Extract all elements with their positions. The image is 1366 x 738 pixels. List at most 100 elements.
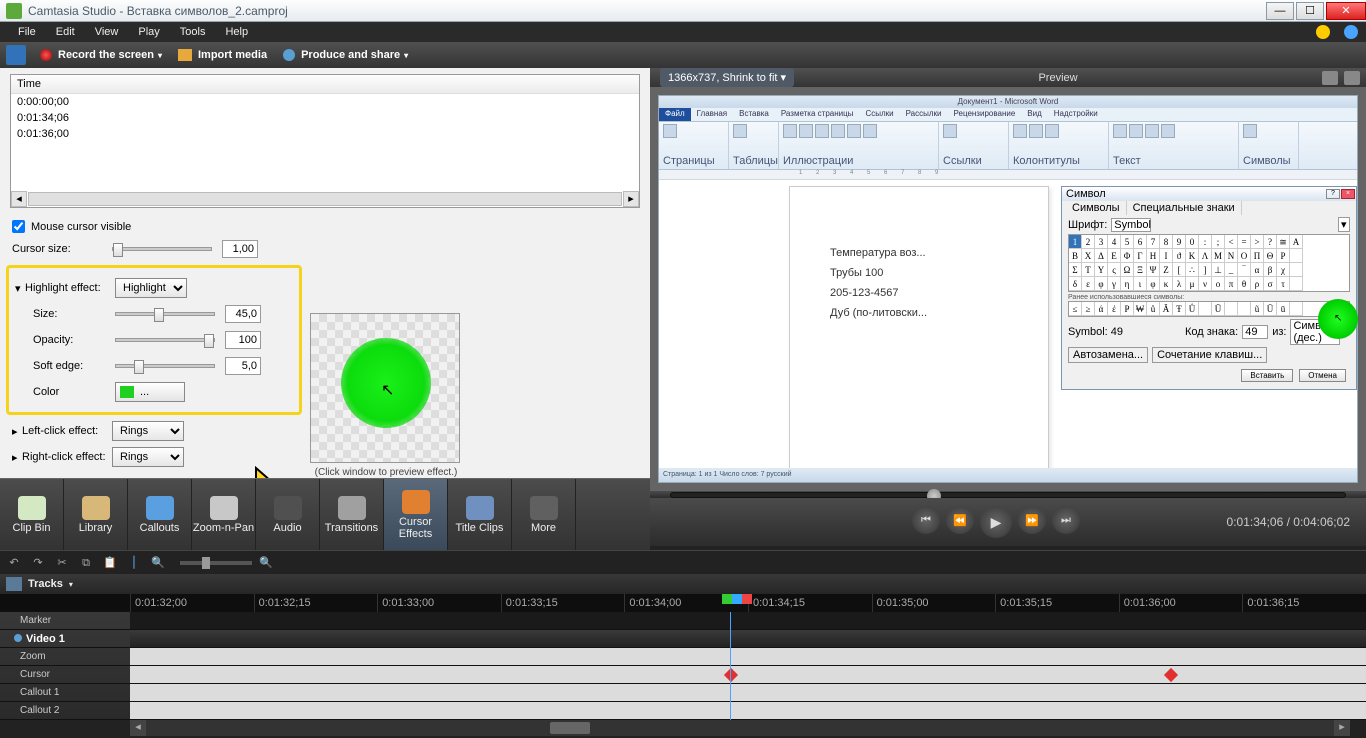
menu-bar: File Edit View Play Tools Help xyxy=(0,22,1366,42)
scroll-track[interactable] xyxy=(28,192,622,206)
app-icon xyxy=(6,3,22,19)
progress-slider[interactable] xyxy=(670,492,1346,498)
timeline: Marker Video 1 Zoom Cursor Callout 1 Cal… xyxy=(0,594,1366,720)
highlight-effect-select[interactable]: Highlight xyxy=(115,278,187,298)
cursor-size-slider[interactable] xyxy=(112,247,212,251)
zoom-slider[interactable] xyxy=(180,561,252,565)
menu-tools[interactable]: Tools xyxy=(170,24,216,40)
playback-timecode: 0:01:34;06 / 0:04:06;02 xyxy=(1227,515,1350,529)
tool-callouts[interactable]: Callouts xyxy=(128,479,192,550)
track-cursor[interactable]: Cursor xyxy=(0,666,130,684)
split-icon[interactable]: ⎮ xyxy=(126,555,142,571)
time-row[interactable]: 0:00:00;00 xyxy=(11,94,639,110)
minimize-button[interactable]: — xyxy=(1266,2,1294,20)
right-click-select[interactable]: Rings xyxy=(112,447,184,467)
tool-transitions[interactable]: Transitions xyxy=(320,479,384,550)
scroll-left-button[interactable]: ◂ xyxy=(11,191,27,207)
tool-clip-bin[interactable]: Clip Bin xyxy=(0,479,64,550)
menu-edit[interactable]: Edit xyxy=(46,24,85,40)
tips-icon[interactable] xyxy=(1316,25,1330,39)
tool-zoom-n-pan[interactable]: Zoom-n-Pan xyxy=(192,479,256,550)
preview-label: Preview xyxy=(1038,72,1077,84)
playback-controls xyxy=(650,491,1366,498)
cursor-effects-panel: Time 0:00:00;00 0:01:34;06 0:01:36;00 ◂ … xyxy=(0,68,650,498)
zoom-track-row[interactable] xyxy=(130,648,1366,666)
left-click-label: Left-click effect: xyxy=(22,425,112,437)
copy-icon[interactable]: ⧉ xyxy=(78,555,94,571)
left-click-select[interactable]: Rings xyxy=(112,421,184,441)
menu-view[interactable]: View xyxy=(85,24,129,40)
menu-play[interactable]: Play xyxy=(128,24,169,40)
opacity-slider[interactable] xyxy=(115,338,215,342)
callout1-track-row[interactable] xyxy=(130,684,1366,702)
playhead-marker-icon[interactable] xyxy=(722,594,752,604)
track-marker[interactable]: Marker xyxy=(0,612,130,630)
next-marker-button[interactable]: ⏭ xyxy=(1052,506,1080,534)
produce-share-button[interactable]: Produce and share▾ xyxy=(275,45,416,65)
maximize-button[interactable]: ☐ xyxy=(1296,2,1324,20)
timeline-toolbar: ↶ ↷ ✂ ⧉ 📋 ⎮ 🔍 🔍 xyxy=(0,550,1366,574)
preview-fullscreen-icon[interactable] xyxy=(1344,71,1360,85)
zoom-out-icon[interactable]: 🔍 xyxy=(150,555,166,571)
color-label: Color xyxy=(15,386,115,398)
undo-icon[interactable]: ↶ xyxy=(6,555,22,571)
callout2-track-row[interactable] xyxy=(130,702,1366,720)
cursor-track-row[interactable] xyxy=(130,666,1366,684)
forward-button[interactable]: ⏩ xyxy=(1018,506,1046,534)
time-list: Time 0:00:00;00 0:01:34;06 0:01:36;00 ◂ … xyxy=(10,74,640,208)
tool-title-clips[interactable]: Title Clips xyxy=(448,479,512,550)
preview-dimensions-button[interactable]: 1366x737, Shrink to fit ▾ xyxy=(660,68,794,87)
preview-content: Документ1 - Microsoft Word Файл Главная … xyxy=(658,95,1358,483)
cursor-keyframe-icon[interactable] xyxy=(1164,668,1178,682)
opacity-value[interactable]: 100 xyxy=(225,331,261,349)
tracks-icon[interactable] xyxy=(6,577,22,591)
timeline-scrollbar[interactable]: ◂▸ xyxy=(130,720,1350,736)
color-picker-button[interactable]: ... xyxy=(115,382,185,402)
prev-marker-button[interactable]: ⏮ xyxy=(912,506,940,534)
right-click-label: Right-click effect: xyxy=(22,451,112,463)
tool-more[interactable]: More xyxy=(512,479,576,550)
track-video1[interactable]: Video 1 xyxy=(0,630,130,648)
effect-preview-canvas[interactable]: ↖ xyxy=(310,313,460,463)
scroll-right-button[interactable]: ▸ xyxy=(623,191,639,207)
close-button[interactable]: ✕ xyxy=(1326,2,1366,20)
word-tab-file: Файл xyxy=(659,108,691,121)
preview-caption: (Click window to preview effect.) xyxy=(310,467,462,478)
paste-icon[interactable]: 📋 xyxy=(102,555,118,571)
cursor-keyframe-icon[interactable] xyxy=(724,668,738,682)
rewind-button[interactable]: ⏪ xyxy=(946,506,974,534)
record-screen-button[interactable]: Record the screen▾ xyxy=(32,45,170,65)
soft-edge-slider[interactable] xyxy=(115,364,215,368)
import-media-button[interactable]: Import media xyxy=(170,45,275,65)
time-row[interactable]: 0:01:34;06 xyxy=(11,110,639,126)
menu-help[interactable]: Help xyxy=(215,24,258,40)
soft-edge-value[interactable]: 5,0 xyxy=(225,357,261,375)
opacity-label: Opacity: xyxy=(15,334,115,346)
tool-cursor-effects[interactable]: Cursor Effects xyxy=(384,479,448,550)
track-callout2[interactable]: Callout 2 xyxy=(0,702,130,720)
preview-canvas[interactable]: Документ1 - Microsoft Word Файл Главная … xyxy=(650,87,1366,491)
track-callout1[interactable]: Callout 1 xyxy=(0,684,130,702)
redo-icon[interactable]: ↷ xyxy=(30,555,46,571)
track-zoom[interactable]: Zoom xyxy=(0,648,130,666)
cut-icon[interactable]: ✂ xyxy=(54,555,70,571)
zoom-in-icon[interactable]: 🔍 xyxy=(258,555,274,571)
menu-file[interactable]: File xyxy=(8,24,46,40)
help-icon[interactable] xyxy=(1344,25,1358,39)
preview-detach-icon[interactable] xyxy=(1322,71,1338,85)
playhead-line[interactable] xyxy=(730,612,731,720)
cursor-icon: ↖ xyxy=(381,380,394,400)
save-button[interactable] xyxy=(6,45,26,65)
cursor-size-value[interactable]: 1,00 xyxy=(222,240,258,258)
size-slider[interactable] xyxy=(115,312,215,316)
preview-pane: 1366x737, Shrink to fit ▾ Preview Докуме… xyxy=(650,68,1366,498)
tool-audio[interactable]: Audio xyxy=(256,479,320,550)
size-value[interactable]: 45,0 xyxy=(225,305,261,323)
tool-library[interactable]: Library xyxy=(64,479,128,550)
time-row[interactable]: 0:01:36;00 xyxy=(11,126,639,142)
marker-track-row[interactable] xyxy=(130,612,1366,630)
window-title: Camtasia Studio - Вставка символов_2.cam… xyxy=(28,4,288,18)
play-button[interactable]: ▶ xyxy=(980,506,1012,538)
video-track-row[interactable] xyxy=(130,630,1366,648)
mouse-visible-checkbox[interactable] xyxy=(12,220,25,233)
